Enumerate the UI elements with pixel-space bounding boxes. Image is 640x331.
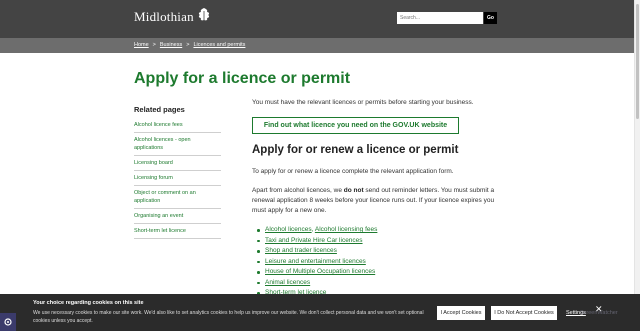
search-input[interactable]	[397, 12, 483, 24]
related-link-licensing-board[interactable]: Licensing board	[134, 156, 221, 171]
taxi-licences-link[interactable]: Taxi and Private Hire Car licences	[265, 237, 363, 244]
related-link-alcohol-fees[interactable]: Alcohol licence fees	[134, 121, 221, 133]
page-title: Apply for a licence or permit	[134, 70, 351, 87]
breadcrumb: Home > Business > Licences and permits	[134, 42, 245, 48]
licence-list-item: Animal licences	[257, 278, 377, 289]
reject-cookies-button[interactable]: I Do Not Accept Cookies	[491, 306, 557, 320]
licence-list-item: Taxi and Private Hire Car licences	[257, 236, 377, 247]
shop-trader-licences-link[interactable]: Shop and trader licences	[265, 247, 337, 254]
search-button[interactable]: Go	[484, 12, 497, 24]
renewal-text-bold: do not	[343, 187, 364, 194]
related-link-short-term-let[interactable]: Short-term let licence	[134, 224, 221, 239]
cookie-message: We use necessary cookies to make our sit…	[33, 310, 424, 324]
breadcrumb-business[interactable]: Business	[160, 42, 182, 48]
site-header: Midlothian Go	[0, 0, 634, 38]
licence-list-item: Shop and trader licences	[257, 246, 377, 257]
renewal-paragraph: Apart from alcohol licences, we do not s…	[252, 186, 502, 216]
breadcrumb-licences[interactable]: Licences and permits	[193, 42, 245, 48]
apply-paragraph: To apply for or renew a licence complete…	[252, 168, 454, 175]
oak-leaf-icon	[198, 8, 209, 22]
licence-list-item: House of Multiple Occupation licences	[257, 267, 377, 278]
breadcrumb-separator: >	[186, 42, 190, 48]
breadcrumb-home[interactable]: Home	[134, 42, 149, 48]
cookie-title: Your choice regarding cookies on this si…	[33, 300, 144, 306]
licence-list-item: Alcohol licences, Alcohol licensing fees	[257, 225, 377, 236]
watermark-text: ScreenWatcher	[580, 310, 618, 316]
breadcrumb-separator: >	[152, 42, 156, 48]
intro-text: You must have the relevant licences or p…	[252, 99, 474, 106]
logo-text: Midlothian	[134, 9, 194, 24]
renewal-text-start: Apart from alcohol licences, we	[252, 187, 344, 194]
licence-list-item: Leisure and entertainment licences	[257, 257, 377, 268]
animal-licences-link[interactable]: Animal licences	[265, 279, 310, 286]
section-heading: Apply for or renew a licence or permit	[252, 144, 459, 156]
alcohol-licences-link[interactable]: Alcohol licences	[265, 226, 312, 233]
vertical-scrollbar[interactable]	[634, 0, 640, 331]
related-pages-list: Alcohol licence fees Alcohol licences - …	[134, 121, 221, 239]
gov-uk-licence-button[interactable]: Find out what licence you need on the GO…	[252, 117, 459, 134]
related-pages-heading: Related pages	[134, 105, 185, 114]
gear-icon	[4, 318, 12, 326]
leisure-licences-link[interactable]: Leisure and entertainment licences	[265, 258, 366, 265]
related-link-object-comment[interactable]: Object or comment on an application	[134, 186, 221, 209]
site-logo[interactable]: Midlothian	[134, 8, 211, 25]
breadcrumb-bar: Home > Business > Licences and permits	[0, 38, 634, 53]
related-link-open-applications[interactable]: Alcohol licences - open applications	[134, 133, 221, 156]
related-link-licensing-forum[interactable]: Licensing forum	[134, 171, 221, 186]
accept-cookies-button[interactable]: I Accept Cookies	[437, 306, 485, 320]
scroll-thumb[interactable]	[636, 4, 639, 119]
related-link-organising-event[interactable]: Organising an event	[134, 209, 221, 224]
alcohol-licensing-fees-link[interactable]: Alcohol licensing fees	[315, 226, 378, 233]
hmo-licences-link[interactable]: House of Multiple Occupation licences	[265, 268, 375, 275]
licence-list: Alcohol licences, Alcohol licensing fees…	[257, 225, 377, 299]
cookie-settings-icon[interactable]	[0, 313, 16, 331]
